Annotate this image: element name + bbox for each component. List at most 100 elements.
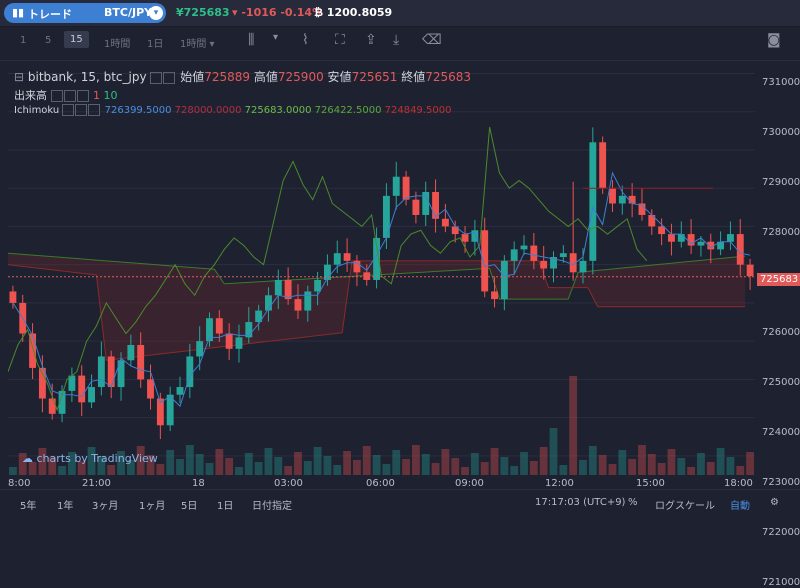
mode-label: トレード	[28, 8, 72, 21]
x-axis-label: 06:00	[366, 478, 395, 489]
candle-body	[147, 379, 154, 399]
volume-bar	[628, 459, 637, 475]
volume-bar	[294, 452, 302, 475]
candle-body	[196, 341, 204, 357]
price-chart[interactable]	[8, 62, 755, 475]
camera-icon[interactable]: ◙	[767, 32, 781, 48]
candle-body	[618, 195, 626, 204]
candle-body	[726, 234, 734, 242]
chevron-down-icon[interactable]: ▾	[149, 6, 163, 20]
volume-bar	[156, 464, 165, 475]
candle-body	[589, 142, 597, 261]
range-1d[interactable]: 1日	[217, 497, 233, 512]
visibility-icon[interactable]	[62, 104, 75, 116]
settings-icon[interactable]	[63, 90, 76, 102]
candle-body	[599, 142, 607, 189]
volume-bar	[392, 450, 401, 475]
volume-bar	[343, 451, 352, 475]
volume-bar	[411, 445, 420, 475]
volume-bar	[431, 463, 440, 475]
range-5d[interactable]: 5日	[181, 497, 197, 512]
download-icon[interactable]: ⤓	[393, 32, 399, 48]
volume-bar	[687, 467, 696, 475]
clock: 17:17:03 (UTC+9)	[535, 497, 626, 508]
y-axis-label: 731000	[762, 77, 800, 88]
percent-toggle[interactable]: %	[628, 497, 638, 508]
settings-icon[interactable]	[163, 71, 176, 84]
candle-body	[97, 356, 105, 388]
upload-icon[interactable]: ⇪	[365, 32, 377, 48]
volume-bar	[205, 463, 214, 475]
volume-bar	[470, 453, 479, 475]
interval-5[interactable]: 5	[45, 35, 51, 46]
volume-bar	[539, 447, 548, 475]
collapse-icon[interactable]: ⊟	[14, 70, 24, 84]
volume-bar	[677, 458, 686, 475]
candle-body	[107, 356, 115, 388]
volume-bar	[490, 448, 499, 475]
ichimoku-legend: Ichimoku 726399.5000 728000.0000 725683.…	[14, 104, 452, 116]
range-5y[interactable]: 5年	[20, 497, 36, 512]
candle-body	[461, 234, 469, 242]
volume-bar	[362, 446, 371, 475]
chevron-down-icon[interactable]: ▾	[273, 32, 278, 43]
range-3m[interactable]: 3ヶ月	[92, 497, 118, 512]
candle-body	[225, 333, 233, 349]
volume: ₿ 1200.8059	[314, 6, 393, 19]
volume-bar	[195, 454, 204, 475]
close-icon[interactable]	[88, 104, 101, 116]
range-1y[interactable]: 1年	[57, 497, 73, 512]
interval-15[interactable]: 15	[64, 31, 89, 48]
volume-bar	[58, 466, 66, 475]
volume-legend: 出来高 1 10	[14, 89, 118, 102]
volume-bar	[559, 465, 568, 475]
candle-body	[48, 398, 56, 414]
candle-body	[274, 279, 282, 296]
tradingview-watermark: ☁ charts by TradingView	[22, 452, 158, 465]
range-custom[interactable]: 日付指定	[252, 497, 292, 512]
volume-bar	[176, 459, 184, 475]
candle-body	[9, 291, 17, 303]
settings-icon[interactable]	[75, 104, 88, 116]
candle-body	[451, 226, 459, 235]
y-axis-label: 721000	[762, 577, 800, 588]
volume-bar	[107, 465, 116, 475]
range-1m[interactable]: 1ヶ月	[139, 497, 165, 512]
volume-bar	[746, 452, 754, 475]
volume-bar	[323, 456, 332, 475]
y-axis-label: 728000	[762, 227, 800, 238]
volume-bar	[402, 459, 410, 475]
candle-body	[491, 291, 498, 300]
close-icon[interactable]	[76, 90, 89, 102]
volume-bar	[549, 428, 558, 475]
visibility-icon[interactable]	[50, 90, 63, 102]
candle-body	[746, 264, 754, 277]
interval-1d[interactable]: 1日	[147, 35, 163, 50]
volume-bar	[166, 450, 175, 475]
candle-body	[677, 234, 685, 242]
current-price-tag: 725683	[757, 273, 800, 286]
y-axis-label: 730000	[762, 127, 800, 138]
eraser-icon[interactable]: ⌫	[422, 32, 442, 48]
log-toggle[interactable]: ログスケール	[655, 497, 715, 512]
fullscreen-icon[interactable]: ⛶	[335, 32, 345, 48]
visibility-icon[interactable]	[150, 71, 163, 84]
settings-icon[interactable]: ⚙	[770, 497, 779, 508]
candle-body	[304, 291, 312, 311]
interval-1h[interactable]: 1時間	[104, 35, 130, 50]
volume-bar	[9, 467, 17, 475]
candle-body	[520, 245, 528, 250]
candle-body	[609, 188, 616, 204]
interval-1[interactable]: 1	[20, 35, 26, 46]
volume-bar	[510, 466, 519, 475]
candle-style-icon[interactable]: ⫼	[248, 32, 254, 48]
volume-bar	[254, 462, 263, 475]
mode-selector[interactable]: ▮▮ トレード BTC/JPY ▾	[4, 3, 166, 23]
volume-bar	[588, 446, 597, 475]
auto-toggle[interactable]: 自動	[730, 497, 750, 512]
volume-bar	[726, 457, 735, 475]
interval-dropdown[interactable]: 1時間 ▾	[180, 35, 215, 50]
pair-label: BTC/JPY	[104, 6, 153, 19]
volume-bar	[529, 461, 538, 475]
indicators-icon[interactable]: ⌇	[302, 32, 309, 48]
